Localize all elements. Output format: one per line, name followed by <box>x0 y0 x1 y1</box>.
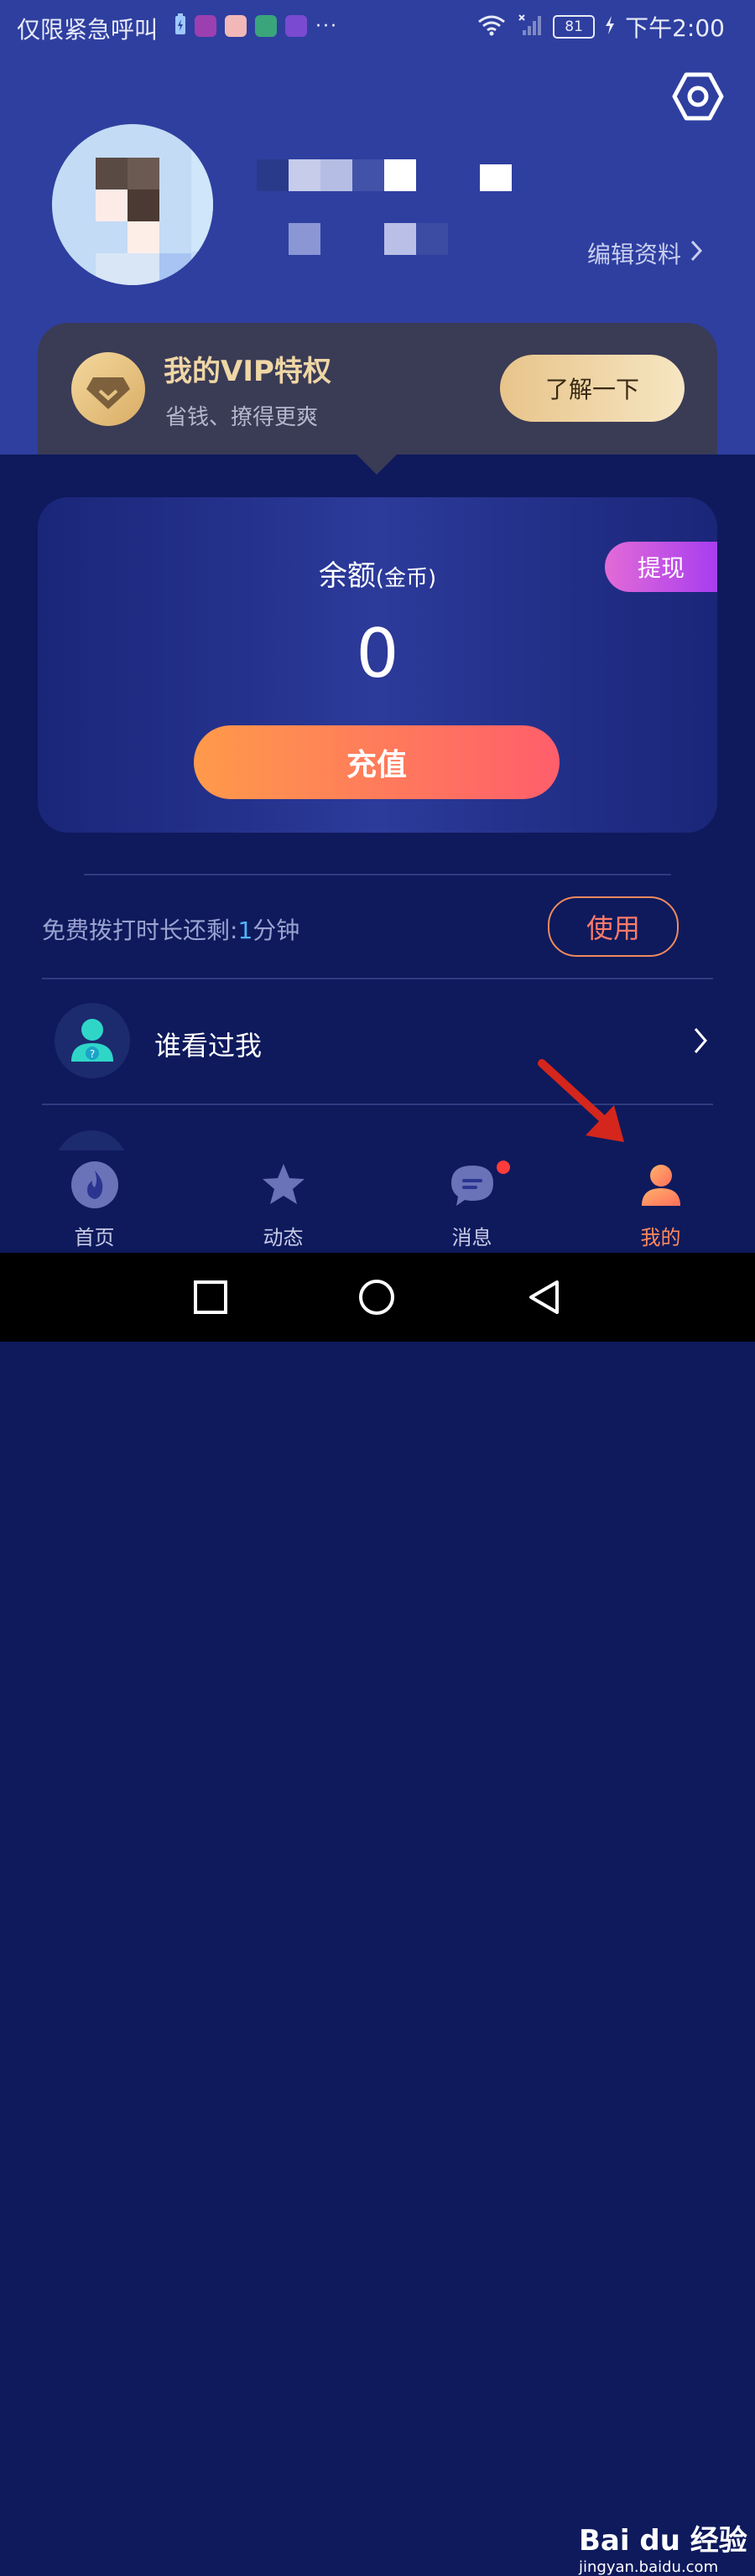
back-triangle-icon[interactable] <box>525 1278 564 1317</box>
status-time: 下午2:00 <box>625 14 725 42</box>
vip-diamond-icon <box>71 352 145 426</box>
free-call-minutes: 1 <box>237 917 253 944</box>
star-icon <box>259 1161 308 1209</box>
user-id-blurred <box>289 223 456 257</box>
bottom-tab-bar: 首页 动态 消息 我的 <box>0 1150 755 1253</box>
home-circle-icon[interactable] <box>357 1278 396 1317</box>
person-icon <box>637 1161 685 1209</box>
username-blurred <box>257 159 518 193</box>
battery-saver-icon <box>174 13 186 39</box>
recent-apps-icon[interactable] <box>191 1278 230 1317</box>
wifi-icon <box>477 14 506 39</box>
visitor-icon: ? <box>55 1003 130 1078</box>
tab-label: 动态 <box>263 1226 304 1249</box>
svg-text:?: ? <box>90 1048 95 1060</box>
menu-label: 谁看过我 <box>154 1030 263 1062</box>
watermark-logo: Bai du 经验 <box>579 2524 747 2558</box>
recharge-button[interactable]: 充值 <box>194 725 560 799</box>
more-notifications-icon: ··· <box>315 15 338 37</box>
signal-off-icon <box>516 13 543 40</box>
use-free-call-button[interactable]: 使用 <box>548 896 679 957</box>
unread-badge-dot <box>497 1161 510 1174</box>
tab-label: 我的 <box>640 1226 681 1249</box>
tab-label: 首页 <box>74 1226 115 1249</box>
charging-icon <box>605 16 615 38</box>
app-notification-icon <box>255 15 277 37</box>
free-call-remaining: 免费拨打时长还剩:1分钟 <box>42 912 299 946</box>
divider <box>84 874 671 875</box>
wallet-card: 余额(金币) 0 提现 充值 <box>38 497 717 833</box>
app-notification-icon <box>195 15 216 37</box>
vip-privilege-card[interactable]: 我的VIP特权 省钱、撩得更爽 了解一下 <box>38 323 717 454</box>
baidu-jingyan-watermark: Bai du 经验 jingyan.baidu.com <box>579 2517 747 2576</box>
settings-gear-icon[interactable] <box>671 70 725 123</box>
avatar[interactable] <box>52 124 213 285</box>
free-call-prefix: 免费拨打时长还剩: <box>42 917 238 944</box>
free-call-suffix: 分钟 <box>253 917 300 944</box>
tab-moments[interactable]: 动态 <box>189 1150 378 1253</box>
red-arrow-annotation <box>537 1058 629 1149</box>
chevron-right-icon <box>693 1026 708 1058</box>
system-navigation-bar: Bai du 经验 jingyan.baidu.com <box>0 1253 755 2576</box>
balance-title: 余额 <box>318 559 376 593</box>
watermark-url: jingyan.baidu.com <box>579 2558 719 2576</box>
vip-title: 我的VIP特权 <box>164 355 331 388</box>
balance-value: 0 <box>356 615 399 693</box>
chevron-right-icon <box>690 239 703 268</box>
edit-profile-label: 编辑资料 <box>587 241 682 268</box>
withdraw-button[interactable]: 提现 <box>605 542 717 592</box>
tab-home[interactable]: 首页 <box>0 1150 189 1253</box>
app-notification-icon <box>285 15 307 37</box>
vip-card-pointer <box>357 454 397 475</box>
learn-more-button[interactable]: 了解一下 <box>500 355 685 422</box>
tab-label: 消息 <box>451 1226 492 1249</box>
app-notification-icon <box>225 15 247 37</box>
fire-icon <box>70 1161 119 1209</box>
tab-messages[interactable]: 消息 <box>378 1150 566 1253</box>
tab-me[interactable]: 我的 <box>566 1150 755 1253</box>
status-bar: 仅限紧急呼叫 ··· 81 下午2:00 <box>0 0 755 52</box>
chat-bubble-icon <box>448 1161 497 1209</box>
balance-unit: (金币) <box>375 566 437 591</box>
notification-icons: ··· <box>174 13 338 39</box>
vip-subtitle: 省钱、撩得更爽 <box>165 405 319 430</box>
battery-indicator: 81 <box>553 15 596 39</box>
carrier-text: 仅限紧急呼叫 <box>17 16 159 44</box>
edit-profile-link[interactable]: 编辑资料 <box>587 236 703 270</box>
